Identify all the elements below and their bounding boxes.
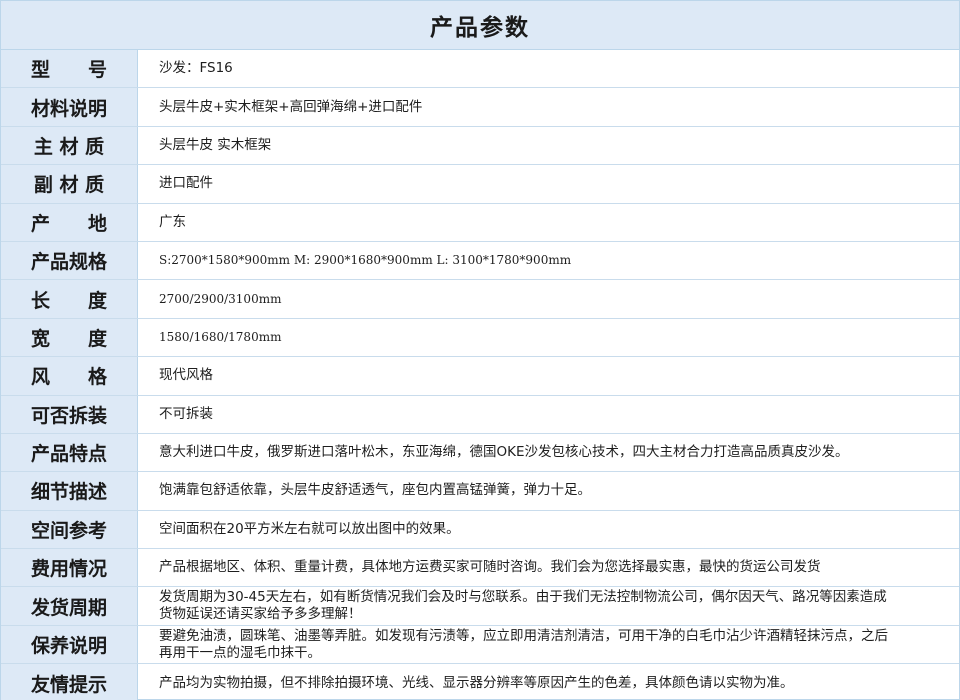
row-label: 长 度 [1, 280, 138, 318]
table-row-model: 型 号 沙发：FS16 [1, 50, 959, 89]
row-label: 材料说明 [1, 88, 138, 126]
row-value: 2700/2900/3100mm [159, 291, 282, 306]
row-value: 意大利进口牛皮，俄罗斯进口落叶松木，东亚海绵，德国OKE沙发包核心技术，四大主材… [159, 444, 849, 461]
table-row-secondary-material: 副 材 质 进口配件 [1, 165, 959, 204]
row-label: 型 号 [1, 50, 138, 88]
row-value: 要避免油渍，圆珠笔、油墨等弄脏。如发现有污渍等，应立即用清洁剂清洁，可用干净的白… [159, 627, 888, 661]
table-row-specifications: 产品规格 S:2700*1580*900mm M: 2900*1680*900m… [1, 241, 959, 281]
row-value: 空间面积在20平方米左右就可以放出图中的效果。 [159, 520, 460, 537]
table-row-space-reference: 空间参考 空间面积在20平方米左右就可以放出图中的效果。 [1, 510, 959, 550]
table-row-style: 风 格 现代风格 [1, 357, 959, 396]
table-row-details: 细节描述 饱满靠包舒适依靠，头层牛皮舒适透气，座包内置高锰弹簧，弹力十足。 [1, 472, 959, 511]
row-value: 产品均为实物拍摄，但不排除拍摄环境、光线、显示器分辨率等原因产生的色差，具体颜色… [159, 674, 794, 691]
row-label: 产品特点 [1, 433, 138, 472]
row-value: 发货周期为30-45天左右，如有断货情况我们会及时与您联系。由于我们无法控制物流… [159, 589, 887, 623]
row-value: 进口配件 [159, 175, 213, 192]
table-row-friendly-tip: 友情提示 产品均为实物拍摄，但不排除拍摄环境、光线、显示器分辨率等原因产生的色差… [1, 664, 959, 700]
row-label: 副 材 质 [1, 165, 138, 203]
table-row-delivery-period: 发货周期 发货周期为30-45天左右，如有断货情况我们会及时与您联系。由于我们无… [1, 587, 959, 626]
row-label: 风 格 [1, 357, 138, 395]
row-label: 产 地 [1, 203, 138, 241]
row-value: 广东 [159, 213, 186, 230]
row-value: 产品根据地区、体积、重量计费，具体地方运费买家可随时咨询。我们会为您选择最实惠，… [159, 559, 821, 576]
row-label: 保养说明 [1, 625, 138, 664]
table-row-origin: 产 地 广东 [1, 203, 959, 242]
row-label: 费用情况 [1, 549, 138, 587]
row-value: 不可拆装 [159, 405, 213, 422]
table-row-material-description: 材料说明 头层牛皮+实木框架+高回弹海绵+进口配件 [1, 88, 959, 127]
row-label: 宽 度 [1, 318, 138, 357]
row-value: 饱满靠包舒适依靠，头层牛皮舒适透气，座包内置高锰弹簧，弹力十足。 [159, 482, 591, 499]
row-value: 现代风格 [159, 367, 213, 384]
row-label: 细节描述 [1, 472, 138, 510]
row-value: 头层牛皮 实木框架 [159, 136, 272, 153]
row-value: 1580/1680/1780mm [159, 329, 282, 344]
table-row-features: 产品特点 意大利进口牛皮，俄罗斯进口落叶松木，东亚海绵，德国OKE沙发包核心技术… [1, 433, 959, 473]
row-value: 沙发：FS16 [159, 60, 233, 77]
table-row-length: 长 度 2700/2900/3100mm [1, 280, 959, 319]
row-label: 可否拆装 [1, 395, 138, 433]
row-label: 发货周期 [1, 587, 138, 625]
row-value: S:2700*1580*900mm M: 2900*1680*900mm L: … [159, 253, 572, 268]
row-label: 友情提示 [1, 664, 138, 700]
row-label: 主 材 质 [1, 126, 138, 165]
table-row-shipping-cost: 费用情况 产品根据地区、体积、重量计费，具体地方运费买家可随时咨询。我们会为您选… [1, 549, 959, 588]
table-title: 产品参数 [430, 15, 530, 41]
product-parameters-table: 产品参数 型 号 沙发：FS16 材料说明 头层牛皮+实木框架+高回弹海绵+进口… [0, 0, 960, 700]
table-header: 产品参数 [1, 1, 959, 50]
table-row-main-material: 主 材 质 头层牛皮 实木框架 [1, 126, 959, 166]
parameter-rows: 型 号 沙发：FS16 材料说明 头层牛皮+实木框架+高回弹海绵+进口配件 主 … [1, 50, 959, 700]
row-value: 头层牛皮+实木框架+高回弹海绵+进口配件 [159, 98, 423, 115]
table-row-maintenance: 保养说明 要避免油渍，圆珠笔、油墨等弄脏。如发现有污渍等，应立即用清洁剂清洁，可… [1, 625, 959, 665]
table-row-width: 宽 度 1580/1680/1780mm [1, 318, 959, 358]
table-row-detachable: 可否拆装 不可拆装 [1, 395, 959, 434]
row-label: 空间参考 [1, 510, 138, 549]
row-label: 产品规格 [1, 241, 138, 280]
